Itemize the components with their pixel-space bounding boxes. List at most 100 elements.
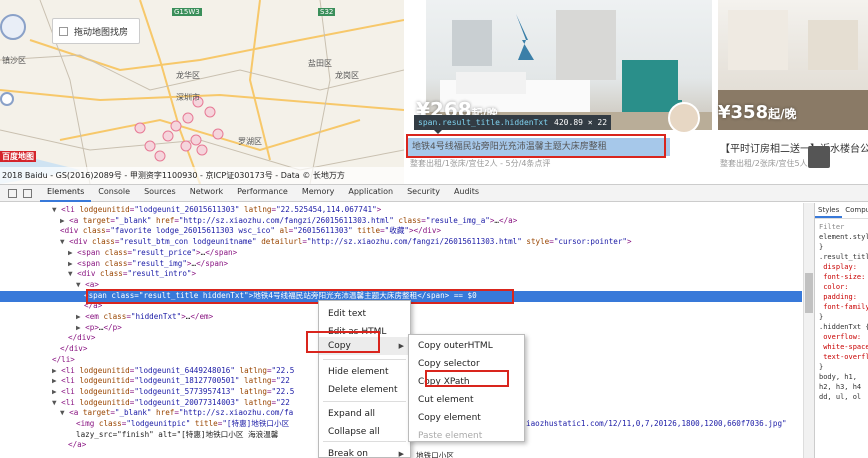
tab-styles[interactable]: Styles bbox=[815, 203, 843, 218]
expand-triangle-icon[interactable]: ▶ bbox=[68, 248, 73, 257]
style-rule-line: element.style { bbox=[819, 233, 868, 241]
map-label-longhua: 龙华区 bbox=[176, 71, 200, 80]
scrollbar-thumb[interactable] bbox=[805, 273, 813, 313]
map-label-g15w3: G15W3 bbox=[172, 8, 202, 16]
tab-performance[interactable]: Performance bbox=[230, 184, 295, 202]
dom-node-source: <em class="hiddenTxt">…</em> bbox=[85, 312, 214, 321]
styles-pane: Styles Computed Filter element.style {}.… bbox=[814, 203, 868, 458]
submenu-arrow-icon: ▶ bbox=[398, 342, 404, 350]
styles-tabs: Styles Computed bbox=[815, 203, 868, 219]
listing-2-title[interactable]: 【平时订房相二送一】近水楼台公寓 bbox=[720, 140, 868, 155]
dom-node-row[interactable]: ▼ <li lodgeunitid="lodgeunit_26015611303… bbox=[0, 205, 802, 216]
expand-triangle-icon[interactable]: ▼ bbox=[52, 205, 57, 214]
tab-memory[interactable]: Memory bbox=[295, 184, 342, 202]
expand-triangle-icon[interactable]: ▶ bbox=[60, 216, 65, 225]
elements-scrollbar[interactable] bbox=[803, 203, 814, 458]
map-pan-control[interactable] bbox=[0, 14, 26, 40]
dom-node-source: <div class="result_intro"> bbox=[77, 269, 197, 279]
expand-triangle-icon[interactable]: ▼ bbox=[68, 269, 73, 278]
menu-item-label: Delete element bbox=[328, 385, 398, 395]
tab-application[interactable]: Application bbox=[341, 184, 400, 202]
menu-item-expand-all[interactable]: Expand all bbox=[319, 405, 410, 423]
devtools-icons bbox=[0, 188, 40, 198]
expand-triangle-icon[interactable]: ▶ bbox=[76, 323, 81, 332]
map-area[interactable]: 拖动地图找房 镇沙区 龙华区 龙岗区 盐田区 罗湖区 深圳市 G15W3 S32… bbox=[0, 0, 404, 184]
dom-node-row[interactable]: ▼ <div class="result_btm_con lodgeunitna… bbox=[0, 237, 802, 248]
listing-card-1[interactable]: ¥268起/晚 span.result_title.hiddenTxt 420.8… bbox=[406, 0, 712, 184]
selected-node-highlight-box bbox=[86, 289, 514, 304]
dom-node-source: </div> bbox=[60, 344, 88, 354]
expand-triangle-icon[interactable]: ▼ bbox=[60, 408, 65, 417]
style-rule-line: .result_title { bbox=[819, 253, 868, 261]
style-rule-line: .hiddenTxt { bbox=[819, 323, 868, 331]
dom-node-row[interactable]: <div class="favorite lodge_26015611303 w… bbox=[0, 226, 802, 237]
style-rule-line: font-family: bbox=[823, 303, 868, 311]
styles-filter[interactable]: Filter bbox=[815, 219, 868, 232]
tab-elements[interactable]: Elements bbox=[40, 184, 92, 202]
tab-security[interactable]: Security bbox=[400, 184, 447, 202]
map-label-longgang: 龙岗区 bbox=[335, 71, 359, 80]
style-rule-line: font-size: bbox=[823, 273, 866, 281]
tab-computed[interactable]: Computed bbox=[842, 203, 868, 218]
map-label-zhenchuo: 镇沙区 bbox=[2, 56, 26, 65]
dom-node-source: </div> bbox=[68, 333, 96, 343]
menu-item-break-on[interactable]: Break on ▶ bbox=[319, 445, 410, 458]
menu-separator bbox=[323, 359, 406, 360]
expand-triangle-icon[interactable]: ▶ bbox=[52, 376, 57, 385]
devtools-tabs: Elements Console Sources Network Performance… bbox=[40, 184, 486, 202]
price-value-2: ¥358 bbox=[718, 102, 769, 123]
map-label-s32: S32 bbox=[318, 8, 336, 16]
dom-node-row[interactable]: ▶ <span class="result_price">…</span> bbox=[0, 248, 802, 259]
dom-node-row[interactable]: ▶ <span class="result_img">…</span> bbox=[0, 259, 802, 270]
dom-node-row[interactable]: ▼ <div class="result_intro"> bbox=[0, 269, 802, 280]
dom-node-source: <li lodgeunitid="lodgeunit_6449248016" l… bbox=[61, 365, 295, 375]
expand-triangle-icon[interactable]: ▶ bbox=[68, 259, 73, 268]
expand-triangle-icon[interactable]: ▼ bbox=[76, 280, 81, 289]
host-avatar[interactable] bbox=[668, 102, 700, 134]
dom-node-source: <span class="result_price">…</span> bbox=[77, 247, 238, 257]
map-copyright: 2018 Baidu - GS(2016)2089号 - 甲测资字1100930… bbox=[0, 167, 404, 184]
style-rule-line: dd, ul, ol bbox=[819, 393, 862, 401]
map-zoom-control[interactable] bbox=[0, 92, 14, 106]
submenu-item-copy-element[interactable]: Copy element bbox=[409, 409, 524, 427]
listing-2-subtitle: 整套出租/2张床/宜住5人 bbox=[720, 159, 808, 168]
style-rule-line: body, h1, bbox=[819, 373, 857, 381]
chat-icon[interactable] bbox=[808, 146, 830, 168]
submenu-arrow-icon: ▶ bbox=[398, 450, 404, 458]
menu-item-hide-element[interactable]: Hide element bbox=[319, 363, 410, 381]
listing-2-price: ¥358起/晚 bbox=[718, 102, 797, 123]
submenu-item-copy-outerhtml[interactable]: Copy outerHTML bbox=[409, 337, 524, 355]
device-toolbar-icon[interactable] bbox=[23, 188, 32, 198]
listing-card-2[interactable]: ¥358起/晚 【平时订房相二送一】近水楼台公寓 整套出租/2张床/宜住5人 bbox=[716, 0, 868, 184]
menu-item-collapse-all[interactable]: Collapse all bbox=[319, 423, 410, 441]
expand-triangle-icon[interactable]: ▼ bbox=[52, 398, 57, 407]
menu-separator bbox=[323, 401, 406, 402]
drag-search-checkbox[interactable]: 拖动地图找房 bbox=[52, 18, 140, 44]
expand-triangle-icon[interactable]: ▼ bbox=[60, 237, 65, 246]
submenu-item-cut-element[interactable]: Cut element bbox=[409, 391, 524, 409]
expand-triangle-icon[interactable]: ▶ bbox=[52, 366, 57, 375]
dom-node-row[interactable]: ▶ <a target="_blank" href="http://sz.xia… bbox=[0, 216, 802, 227]
expand-triangle-icon[interactable]: ▶ bbox=[76, 312, 81, 321]
tab-console[interactable]: Console bbox=[91, 184, 137, 202]
dom-node-source: </a> bbox=[68, 440, 87, 450]
tab-audits[interactable]: Audits bbox=[447, 184, 486, 202]
menu-item-edit-text[interactable]: Edit text bbox=[319, 305, 410, 323]
menu-item-label: Break on bbox=[328, 449, 369, 458]
dom-node-source: <li lodgeunitid="lodgeunit_26015611303" … bbox=[61, 205, 382, 214]
submenu-item-label: Cut element bbox=[418, 395, 474, 405]
checkbox-box[interactable] bbox=[59, 26, 68, 36]
inspect-element-icon[interactable] bbox=[8, 188, 17, 198]
submenu-item-label: Copy outerHTML bbox=[418, 341, 493, 351]
tab-network[interactable]: Network bbox=[183, 184, 230, 202]
submenu-item-paste-element[interactable]: Paste element bbox=[409, 427, 524, 445]
map-label-yantian: 盐田区 bbox=[308, 59, 332, 68]
title-highlight-box bbox=[406, 134, 666, 158]
dom-node-source: <li lodgeunitid="lodgeunit_5773957413" l… bbox=[61, 386, 295, 396]
tab-sources[interactable]: Sources bbox=[137, 184, 183, 202]
menu-item-delete-element[interactable]: Delete element bbox=[319, 381, 410, 399]
style-rule-line: } bbox=[819, 313, 824, 321]
expand-triangle-icon[interactable]: ▶ bbox=[52, 387, 57, 396]
dom-node-source: <p>…</p> bbox=[85, 322, 122, 332]
menu-item-label: Collapse all bbox=[328, 427, 380, 437]
